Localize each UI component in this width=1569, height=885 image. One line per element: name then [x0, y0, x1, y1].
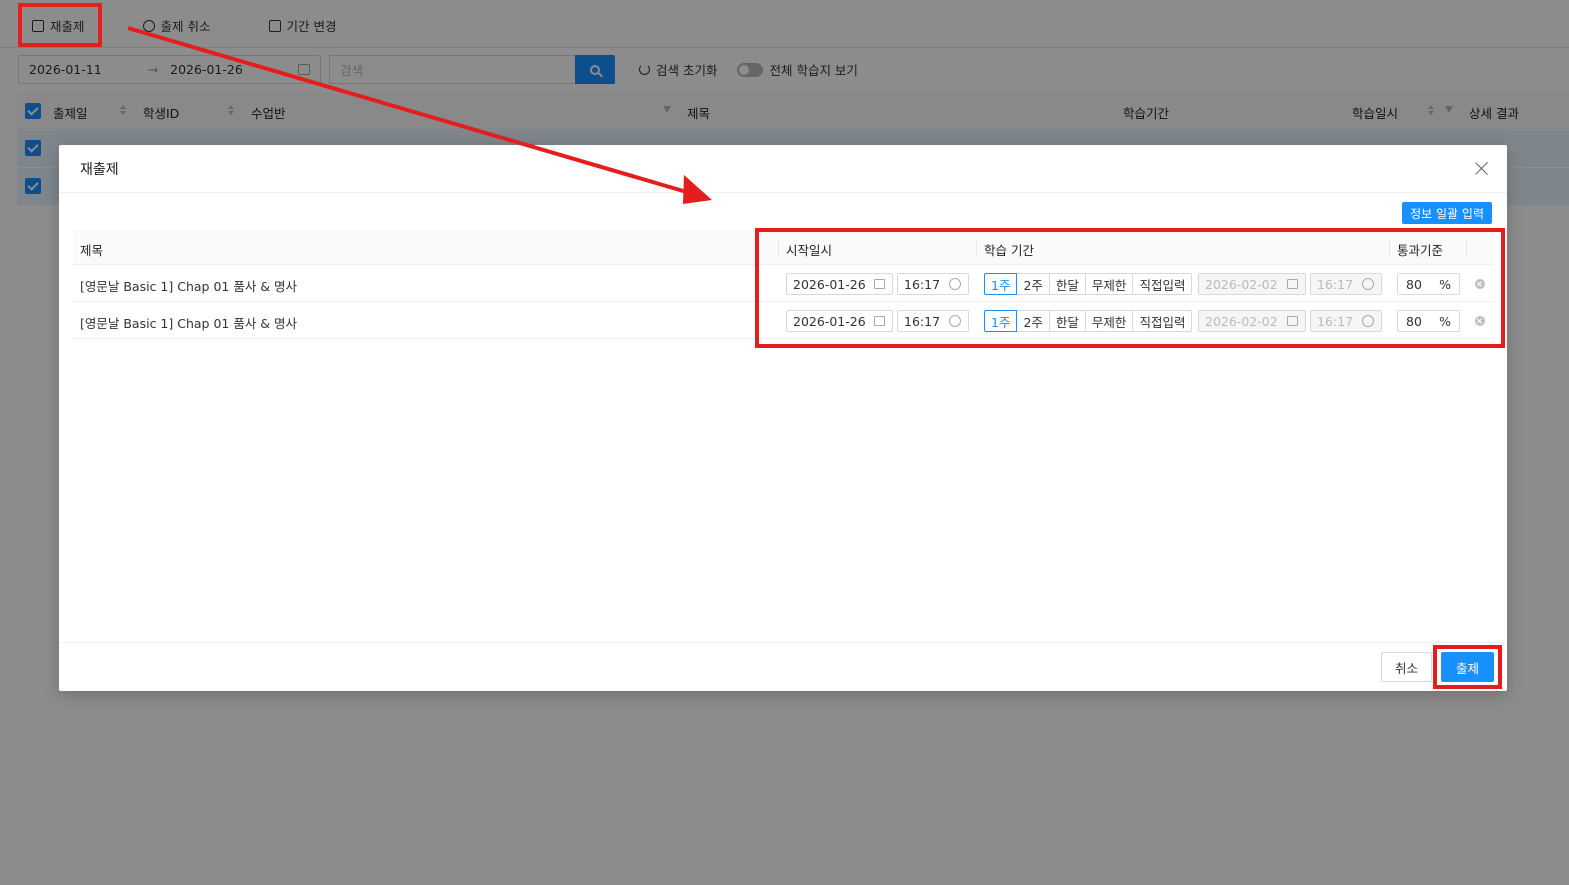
- annotation-arrow: [127, 26, 712, 204]
- arrow-line: [127, 26, 691, 195]
- period-option-1week[interactable]: 1주: [984, 273, 1018, 295]
- period-option-1week[interactable]: 1주: [984, 310, 1018, 332]
- arrow-head: [683, 175, 712, 204]
